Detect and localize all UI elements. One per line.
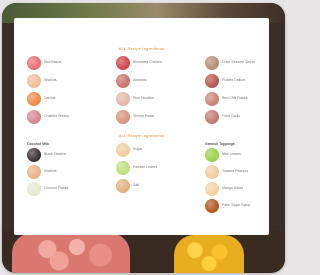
ingredient-label: Mint Leaves [222,152,241,156]
ingredient-label: Dried Sesame Seeds [222,60,256,64]
bottom-food-photo [2,231,285,273]
ingredient-swatch [27,148,41,162]
ingredient-label: Fried Garlic [222,114,241,118]
ingredient-label: Coconut Flakes [44,186,69,190]
ingredient-swatch [205,148,219,162]
section-title-bottom: ALL Recipe Ingredients [118,133,165,138]
ingredient-swatch [205,165,219,179]
ingredient-label: Almonds [133,78,147,82]
ingredient-swatch [27,110,41,124]
ingredient-swatch [27,165,41,179]
ingredient-swatch [27,182,41,196]
ingredient-swatch [205,199,219,213]
ingredient-swatch [205,110,219,124]
ingredient-label: Shredded Chicken [133,60,162,64]
ingredient-swatch [205,56,219,70]
ingredient-label: Shallots [44,169,57,173]
ingredient-swatch [116,143,130,157]
ingredient-swatch [116,92,130,106]
ingredient-label: Salt [133,183,140,187]
ingredient-label: Black Sesame [44,152,67,156]
ingredient-swatch [116,56,130,70]
group-title-3: Garnish Toppings [205,142,235,146]
ingredient-label: Crushed Shrimp [44,114,70,118]
section-title-top: ALL Recipe Ingredients [118,46,165,51]
group-title-1: Coconut Milk [27,142,49,146]
ingredient-label: Shallots [44,78,57,82]
ingredient-label: Pickled Daikon [222,78,246,82]
ingredient-swatch [116,110,130,124]
recipe-thumbnail-card[interactable]: ALL Recipe Ingredients ALL Recipe Ingred… [2,3,285,273]
ingredient-swatch [27,56,41,70]
shrimp-bowl-image [12,233,130,273]
ingredient-swatch [116,161,130,175]
ingredient-swatch [205,74,219,88]
ingredient-label: Mango Slices [222,186,244,190]
ingredient-swatch [27,92,41,106]
ingredient-label: Toasted Peanuts [222,169,249,173]
ingredient-label: Rice Noodles [133,96,154,100]
ingredient-label: Carrots [44,96,56,100]
ingredient-label: Pandan Leaves [133,165,158,169]
ingredient-swatch [116,74,130,88]
ingredient-label: Palm Sugar Syrup [222,203,251,207]
ingredient-swatch [116,179,130,193]
ingredient-label: Red Chili Flakes [222,96,248,100]
ingredient-label: Red Beans [44,60,62,64]
ingredient-swatch [205,182,219,196]
ingredient-swatch [205,92,219,106]
ingredients-card: ALL Recipe Ingredients ALL Recipe Ingred… [14,18,269,235]
ingredient-label: Sugar [133,147,143,151]
mango-bowl-image [174,235,244,273]
ingredient-label: Shrimp Paste [133,114,155,118]
ingredient-swatch [27,74,41,88]
